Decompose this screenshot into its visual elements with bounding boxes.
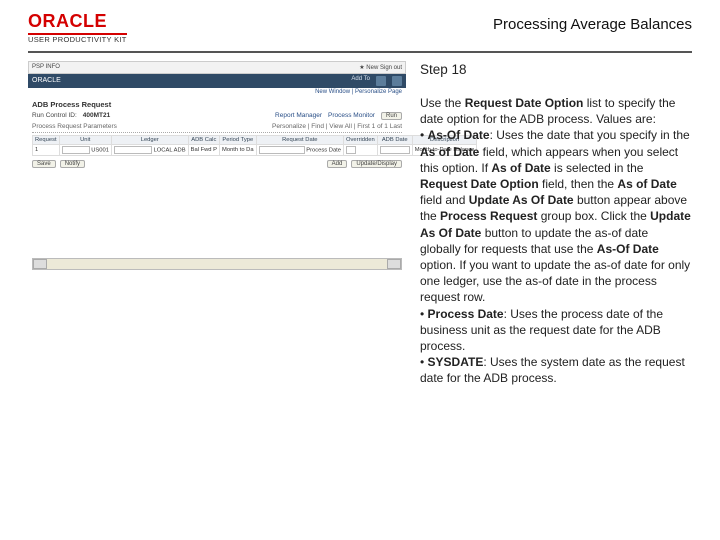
notification-icon[interactable]: [376, 76, 386, 86]
run-control-label: Run Control ID:: [32, 112, 77, 119]
notify-button[interactable]: Notify: [60, 160, 85, 168]
grid-count: First 1 of 1 Last: [357, 123, 402, 130]
nav-link[interactable]: Add To: [351, 76, 370, 86]
table-row: 1 US001 LOCAL ADB Bal Fwd P Month to Da …: [33, 144, 477, 155]
app-logo: ORACLE: [32, 77, 61, 84]
browser-chrome: PSP INFO ★ New Sign out: [28, 61, 406, 74]
instruction-text: Use the Request Date Option list to spec…: [420, 95, 692, 386]
cell-request: 1: [33, 144, 60, 155]
process-monitor-link[interactable]: Process Monitor: [328, 112, 375, 119]
adbdate-input[interactable]: [380, 146, 410, 154]
page-title: Processing Average Balances: [493, 12, 692, 33]
add-button[interactable]: Add: [327, 160, 348, 168]
nav-icon[interactable]: [392, 76, 402, 86]
horizontal-scrollbar[interactable]: [32, 258, 402, 270]
col-override: Overridden: [344, 135, 378, 144]
col-adbcalc: ADB Calc: [188, 135, 219, 144]
app-screenshot: PSP INFO ★ New Sign out ORACLE Add To Ne…: [28, 61, 406, 274]
run-control-value: 400MT21: [83, 112, 110, 119]
app-navbar: ORACLE Add To: [28, 74, 406, 88]
browser-tabs: PSP INFO: [32, 64, 60, 70]
report-manager-link[interactable]: Report Manager: [275, 112, 322, 119]
instruction-panel: Step 18 Use the Request Date Option list…: [420, 61, 692, 387]
browser-actions: ★ New Sign out: [359, 64, 402, 71]
step-label: Step 18: [420, 61, 692, 79]
page-actions[interactable]: New Window | Personalize Page: [28, 88, 406, 96]
divider: [28, 51, 692, 53]
col-ledger: Ledger: [111, 135, 188, 144]
save-button[interactable]: Save: [32, 160, 56, 168]
brand-subtitle: USER PRODUCTIVITY KIT: [28, 33, 127, 44]
run-button[interactable]: Run: [381, 112, 402, 120]
unit-input[interactable]: [62, 146, 90, 154]
ledger-input[interactable]: [114, 146, 152, 154]
col-request: Request: [33, 135, 60, 144]
col-unit: Unit: [59, 135, 111, 144]
brand: ORACLE USER PRODUCTIVITY KIT: [28, 12, 127, 45]
col-adbdate: ADB Date: [377, 135, 412, 144]
reqdate-select[interactable]: [259, 146, 305, 154]
grid-actions[interactable]: Personalize | Find | View All |: [272, 123, 355, 130]
group-title: Process Request Parameters: [32, 123, 117, 130]
request-table: Request Unit Ledger ADB Calc Period Type…: [32, 135, 477, 156]
col-reqdate: Request Date: [256, 135, 343, 144]
col-period: Period Type: [220, 135, 257, 144]
update-display-button[interactable]: Update/Display: [351, 160, 402, 168]
brand-logo: ORACLE: [28, 12, 127, 32]
form-title: ADB Process Request: [32, 100, 402, 109]
override-check[interactable]: [346, 146, 356, 154]
